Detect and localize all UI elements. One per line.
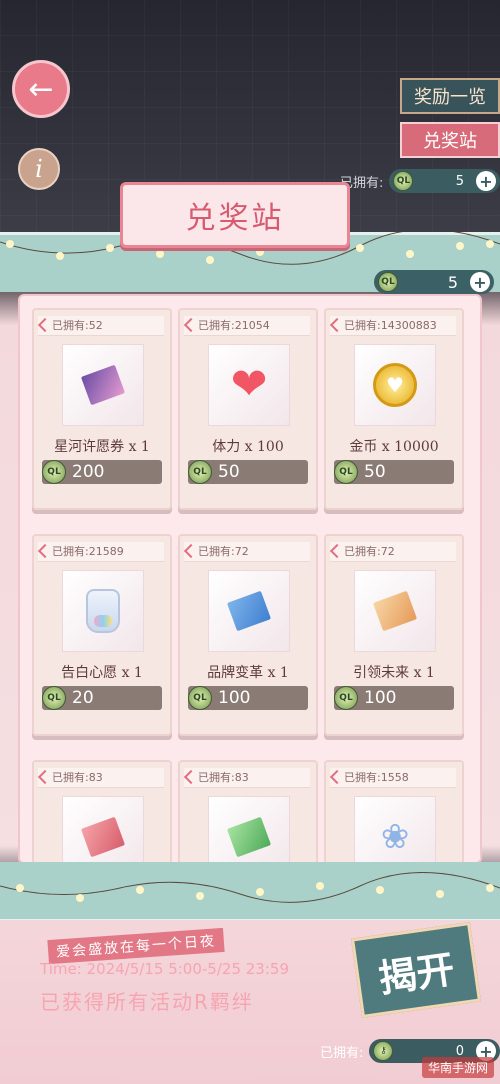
item-image-box: [62, 796, 144, 862]
arrow-left-icon: ←: [28, 71, 54, 107]
top-currency-display: 已拥有: QL 5 +: [340, 168, 500, 194]
item-image-box: [62, 344, 144, 426]
red-book-icon: [80, 816, 126, 858]
ticket-coin-icon: QL: [42, 686, 66, 710]
price-value: 50: [218, 462, 240, 482]
info-button[interactable]: i: [18, 148, 60, 190]
item-image-box: [62, 570, 144, 652]
item-image-box: [208, 796, 290, 862]
store-currency-amount: 5: [447, 272, 458, 292]
event-status: 已获得所有活动R羁绊: [40, 990, 254, 1014]
item-image-box: ♥: [354, 344, 436, 426]
owned-count: 已拥有:52: [38, 316, 164, 336]
add-currency-button[interactable]: +: [476, 171, 496, 191]
item-name: 金币 x 10000: [349, 439, 439, 455]
gold-coin-icon: ♥: [373, 363, 417, 407]
price-value: 50: [364, 462, 386, 482]
store-currency-pill: QL 5 +: [374, 270, 494, 294]
green-book-icon: [226, 816, 272, 858]
ticket-coin-icon: QL: [378, 272, 398, 292]
store-currency-display: QL 5 +: [374, 270, 494, 294]
owned-count: 已拥有:21054: [184, 316, 310, 336]
store-item-card[interactable]: 已拥有:83: [178, 760, 318, 862]
item-image-box: [208, 570, 290, 652]
currency-amount: 5: [455, 173, 464, 189]
owned-count: 已拥有:72: [184, 542, 310, 562]
owned-count: 已拥有:83: [38, 768, 164, 788]
price-value: 200: [72, 462, 105, 482]
reveal-button[interactable]: 揭开: [351, 922, 481, 1018]
event-time: Time: 2024/5/15 5:00-5/25 23:59: [40, 960, 289, 978]
ticket-coin-icon: QL: [188, 460, 212, 484]
blue-book-icon: [226, 590, 272, 632]
price-value: 100: [364, 688, 397, 708]
item-name: 告白心愿 x 1: [61, 665, 143, 681]
item-name: 体力 x 100: [212, 439, 284, 455]
store-item-card[interactable]: 已拥有:72 品牌变革 x 1 QL 100: [178, 534, 318, 736]
price-button[interactable]: QL 100: [334, 686, 454, 710]
ticket-coin-icon: QL: [42, 460, 66, 484]
price-button[interactable]: QL 200: [42, 460, 162, 484]
item-image-box: ❤: [208, 344, 290, 426]
star-wish-ticket-icon: [80, 364, 126, 406]
owned-count: 已拥有:72: [330, 542, 456, 562]
price-value: 100: [218, 688, 251, 708]
item-name: 星河许愿券 x 1: [54, 439, 150, 455]
price-button[interactable]: QL 100: [188, 686, 308, 710]
price-value: 20: [72, 688, 94, 708]
store-item-card[interactable]: 已拥有:83: [32, 760, 172, 862]
item-image-box: ❀: [354, 796, 436, 862]
owned-label: 已拥有:: [320, 1045, 364, 1061]
key-icon: ⚷: [373, 1041, 394, 1061]
store-item-card[interactable]: 已拥有:72 引领未来 x 1 QL 100: [324, 534, 464, 736]
store-item-card[interactable]: 已拥有:21589 告白心愿 x 1 QL 20: [32, 534, 172, 736]
store-title: 兑奖站: [120, 182, 350, 248]
ticket-coin-icon: QL: [334, 686, 358, 710]
orange-book-icon: [372, 590, 418, 632]
owned-count: 已拥有:83: [184, 768, 310, 788]
heart-stamina-icon: ❤: [230, 359, 268, 410]
ticket-coin-icon: QL: [334, 460, 358, 484]
back-button[interactable]: ←: [12, 60, 70, 118]
ticket-coin-icon: QL: [393, 171, 414, 191]
ticket-coin-icon: QL: [188, 686, 212, 710]
info-icon: i: [35, 155, 43, 183]
owned-count: 已拥有:21589: [38, 542, 164, 562]
item-name: 品牌变革 x 1: [207, 665, 289, 681]
store-item-card[interactable]: 已拥有:21054 ❤ 体力 x 100 QL 50: [178, 308, 318, 510]
owned-count: 已拥有:14300883: [330, 316, 456, 336]
store-frame-bottom: [0, 862, 500, 922]
watermark: 华南手游网: [421, 1057, 494, 1078]
store-item-card[interactable]: 已拥有:52 星河许愿券 x 1 QL 200: [32, 308, 172, 510]
blue-rose-icon: ❀: [380, 817, 410, 857]
store-item-card[interactable]: 已拥有:1558 ❀: [324, 760, 464, 862]
store-item-card[interactable]: 已拥有:14300883 ♥ 金币 x 10000 QL 50: [324, 308, 464, 510]
item-name: 引领未来 x 1: [353, 665, 435, 681]
item-image-box: [354, 570, 436, 652]
tab-exchange-station[interactable]: 兑奖站: [400, 122, 500, 158]
price-button[interactable]: QL 50: [334, 460, 454, 484]
store-item-grid: 已拥有:52 星河许愿券 x 1 QL 200 已拥有:21054 ❤ 体力 x…: [32, 308, 472, 862]
owned-count: 已拥有:1558: [330, 768, 456, 788]
currency-pill: QL 5 +: [389, 169, 500, 193]
store-add-currency-button[interactable]: +: [470, 272, 490, 292]
price-button[interactable]: QL 50: [188, 460, 308, 484]
store-panel[interactable]: 已拥有:52 星河许愿券 x 1 QL 200 已拥有:21054 ❤ 体力 x…: [18, 294, 482, 864]
price-button[interactable]: QL 20: [42, 686, 162, 710]
wish-jar-icon: [86, 589, 120, 633]
tab-rewards-overview[interactable]: 奖励一览: [400, 78, 500, 114]
